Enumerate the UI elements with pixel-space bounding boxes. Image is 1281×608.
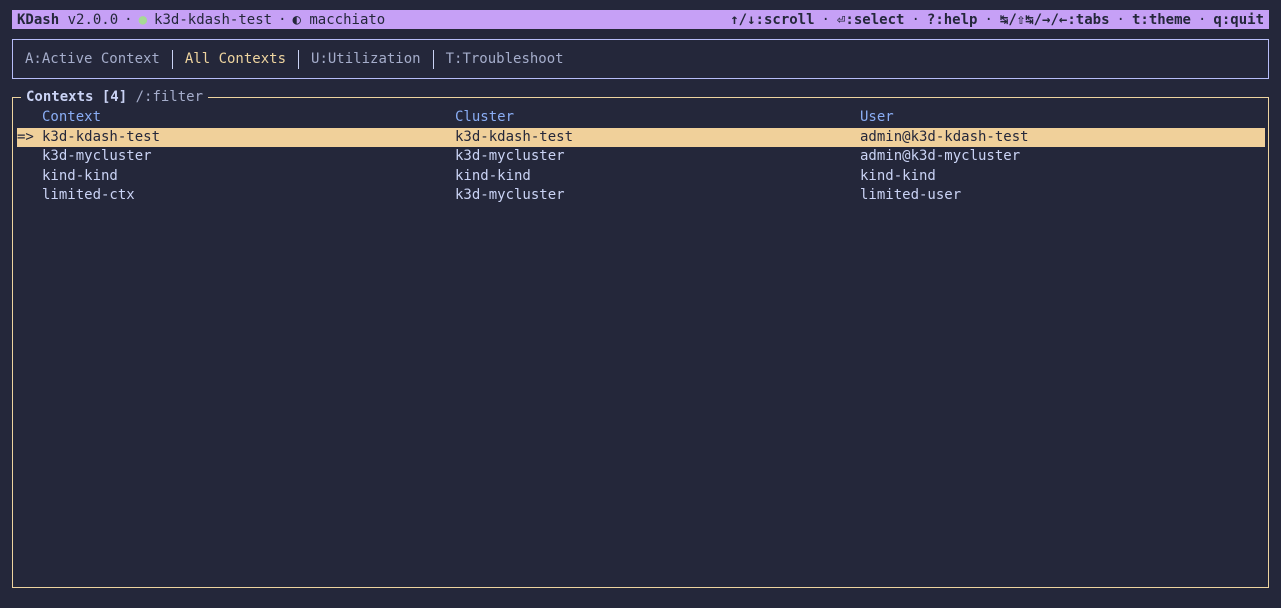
table-row[interactable]: limited-ctx k3d-mycluster limited-user	[17, 186, 1265, 206]
hint-label: help	[943, 11, 978, 28]
hint-2: ?:help	[927, 12, 978, 28]
cell-context: k3d-kdash-test	[42, 128, 161, 145]
hint-key: q	[1213, 11, 1222, 28]
hint-key: ↹/⇧↹/→/←	[999, 11, 1068, 28]
hint-colon: :	[755, 11, 764, 28]
hint-colon: :	[845, 11, 854, 28]
status-bar-left: KDash v2.0.0 · ● k3d-kdash-test · ◐ macc…	[17, 12, 385, 28]
hint-label: tabs	[1075, 11, 1110, 28]
column-header-context[interactable]: Context	[42, 108, 101, 128]
table-row[interactable]: => k3d-kdash-test k3d-kdash-test admin@k3d-…	[17, 127, 1265, 147]
tab-divider	[298, 49, 300, 69]
selected-marker: =>	[17, 128, 34, 145]
tab-bar: A:Active Context All Contexts U:Utilizatio…	[12, 39, 1269, 79]
separator: ·	[911, 11, 920, 28]
contexts-table: Context Cluster User => k3d-kdash-test k3d…	[17, 108, 1265, 206]
hint-colon: :	[1067, 11, 1076, 28]
hint-1: ⏎:select	[837, 12, 904, 28]
panel-title-text: Contexts [4]	[26, 89, 128, 105]
theme-name: macchiato	[309, 11, 386, 28]
separator: ·	[1116, 11, 1125, 28]
app-version: v2.0.0	[67, 11, 119, 28]
table-row[interactable]: k3d-mycluster k3d-mycluster admin@k3d-mycl…	[17, 147, 1265, 167]
theme-icon: ◐	[292, 11, 301, 28]
cell-user: limited-user	[860, 187, 962, 203]
panel-title: Contexts [4] /:filter	[21, 88, 209, 107]
separator: ·	[821, 11, 830, 28]
cell-cluster: kind-kind	[455, 167, 531, 184]
status-dot-icon: ●	[138, 11, 148, 28]
tab-divider	[171, 49, 173, 69]
separator: ·	[278, 11, 287, 28]
column-header-cluster[interactable]: Cluster	[455, 108, 514, 128]
cell-user: kind-kind	[860, 167, 936, 184]
tab-divider	[432, 49, 434, 69]
hint-colon: :	[1140, 11, 1149, 28]
keybinding-hints: ↑/↓:scroll · ⏎:select · ?:help · ↹/⇧↹/→/←:tabs…	[730, 12, 1264, 28]
filter-hint[interactable]: /:filter	[136, 89, 203, 105]
hint-label: theme	[1148, 11, 1191, 28]
status-bar: KDash v2.0.0 · ● k3d-kdash-test · ◐ macc…	[12, 10, 1269, 29]
separator: ·	[124, 11, 133, 28]
cell-cluster: k3d-kdash-test	[455, 128, 574, 145]
current-context: k3d-kdash-test	[154, 11, 273, 28]
hint-5: q:quit	[1213, 12, 1264, 28]
app-name: KDash	[17, 11, 60, 28]
hint-label: select	[853, 11, 905, 28]
cell-cluster: k3d-mycluster	[455, 148, 565, 164]
hint-key: ↑/↓	[730, 11, 756, 28]
contexts-panel: Contexts [4] /:filter Context Cluster Us…	[12, 88, 1269, 588]
cell-context: k3d-mycluster	[42, 148, 152, 164]
cell-cluster: k3d-mycluster	[455, 187, 565, 203]
column-header-user[interactable]: User	[860, 108, 894, 128]
cell-context: limited-ctx	[42, 187, 135, 203]
cell-context: kind-kind	[42, 167, 118, 184]
cell-user: admin@k3d-kdash-test	[860, 128, 1029, 145]
cell-user: admin@k3d-mycluster	[860, 148, 1021, 164]
hint-label: quit	[1230, 11, 1264, 28]
tab-3[interactable]: T:Troubleshoot	[446, 51, 564, 67]
separator: ·	[1197, 11, 1207, 28]
tab-2[interactable]: U:Utilization	[311, 51, 421, 67]
hint-label: scroll	[763, 11, 815, 28]
hint-0: ↑/↓:scroll	[730, 12, 814, 28]
hint-4: t:theme	[1132, 12, 1191, 28]
tab-1[interactable]: All Contexts	[185, 51, 286, 67]
table-header: Context Cluster User	[17, 108, 1265, 128]
tab-0[interactable]: A:Active Context	[25, 51, 160, 67]
separator: ·	[984, 11, 993, 28]
hint-3: ↹/⇧↹/→/←:tabs	[1000, 12, 1110, 28]
table-row[interactable]: kind-kind kind-kind kind-kind	[17, 167, 1265, 187]
hint-colon: :	[935, 11, 944, 28]
